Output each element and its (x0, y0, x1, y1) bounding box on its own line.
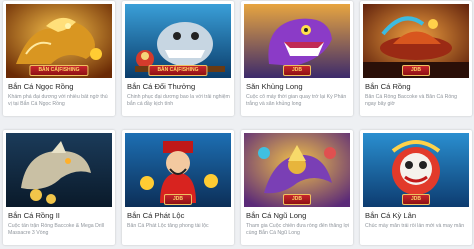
game-description: Chúc mày mắn trái rồi lần mới và may mắn (365, 223, 465, 229)
game-card-ban-ca-ngu-long[interactable]: JDB Bắn Cá Ngũ Long Tham gia Cuộc chiến … (241, 130, 353, 245)
game-description: Tham gia Cuộc chiến đưa rồng đến thắng l… (246, 223, 350, 236)
golden-dragon-illustration: BẮN CÁ|FISHING (6, 4, 112, 78)
game-title: Săn Khủng Long (246, 82, 303, 91)
game-title: Bắn Cá Rồng (365, 82, 411, 91)
game-card-ban-ca-ngoc-rong[interactable]: BẮN CÁ|FISHING Bắn Cá Ngọc Rồng Khám phá… (3, 1, 115, 116)
shark-boss-illustration: BẮN CÁ|FISHING (125, 4, 231, 78)
game-title: Bắn Cá Ngũ Long (246, 211, 307, 220)
game-title: Bắn Cá Rồng II (8, 211, 60, 220)
badge: JDB (282, 194, 312, 205)
game-description: Cuộc tấn trận Rồng Baccoke & Mega Drill … (8, 223, 105, 236)
game-description: Khám phá đại dương với nhiều bất ngờ thú… (8, 94, 108, 107)
badge: JDB (282, 65, 312, 76)
fortune-god-illustration: JDB (125, 133, 231, 207)
five-dragons-illustration: JDB (244, 133, 350, 207)
game-description: Chinh phục đại dương bao la với trải ngh… (127, 94, 230, 107)
lion-dance-illustration: JDB (363, 133, 469, 207)
silver-dragon-illustration (6, 133, 112, 207)
game-card-ban-ca-ky-lan[interactable]: JDB Bắn Cá Kỳ Lân Chúc mày mắn trái rồi … (360, 130, 472, 245)
game-description: Bắn Cá Rồng Baccoke và Bắn Cá Rồng ngay … (365, 94, 457, 107)
game-title: Bắn Cá Đổi Thưởng (127, 82, 196, 91)
game-grid: BẮN CÁ|FISHING Bắn Cá Ngọc Rồng Khám phá… (0, 0, 474, 249)
game-card-ban-ca-rong[interactable]: JDB Bắn Cá Rồng Bắn Cá Rồng Baccoke và B… (360, 1, 472, 116)
game-title: Bắn Cá Phát Lộc (127, 211, 185, 220)
badge: BẮN CÁ|FISHING (29, 65, 89, 76)
game-description: Bắn Cá Phát Lộc tăng phong tài lộc (127, 223, 209, 229)
game-card-ban-ca-rong-ii[interactable]: Bắn Cá Rồng II Cuộc tấn trận Rồng Baccok… (3, 130, 115, 245)
dragon-ship-illustration: JDB (363, 4, 469, 78)
game-card-san-khung-long[interactable]: JDB Săn Khủng Long Cuộc cổ máy thời gian… (241, 1, 353, 116)
game-card-ban-ca-doi-thuong[interactable]: BẮN CÁ|FISHING Bắn Cá Đổi Thưởng Chinh p… (122, 1, 234, 116)
game-title: Bắn Cá Kỳ Lân (365, 211, 417, 220)
game-card-ban-ca-phat-loc[interactable]: JDB Bắn Cá Phát Lộc Bắn Cá Phát Lộc tăng… (122, 130, 234, 245)
badge: JDB (401, 194, 431, 205)
game-description: Cuộc cổ máy thời gian quay trở lại Kỷ Ph… (246, 94, 347, 107)
badge: BẮN CÁ|FISHING (148, 65, 208, 76)
game-title: Bắn Cá Ngọc Rồng (8, 82, 74, 91)
badge: JDB (401, 65, 431, 76)
purple-dinosaur-illustration: JDB (244, 4, 350, 78)
badge: JDB (163, 194, 193, 205)
